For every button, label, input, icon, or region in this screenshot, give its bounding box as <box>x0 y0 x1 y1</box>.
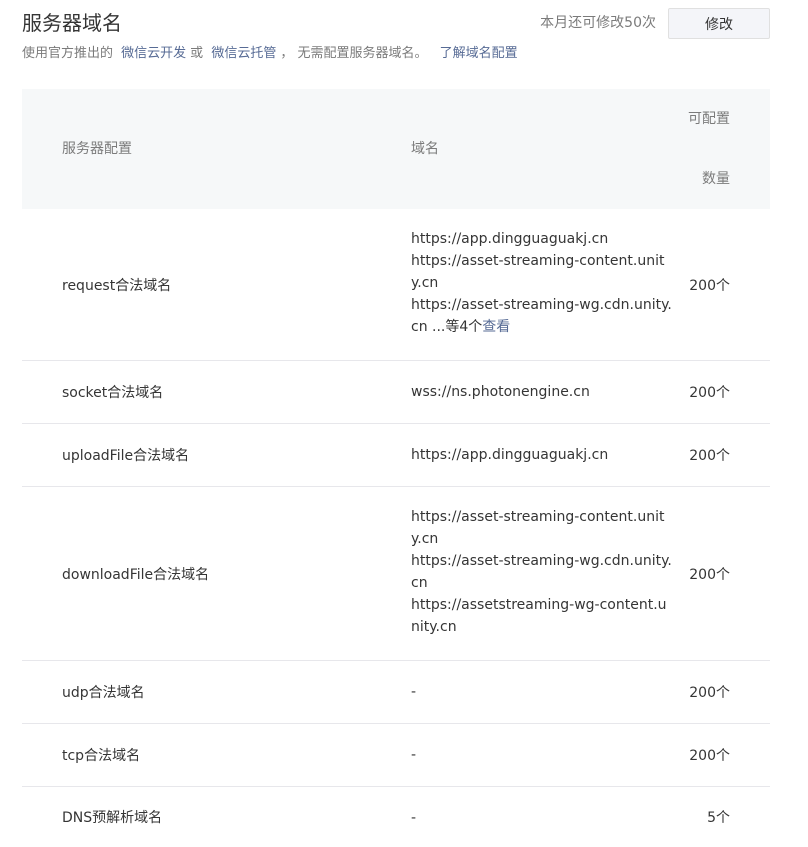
table-row: request合法域名 https://app.dingguaguakj.cn … <box>22 209 770 361</box>
domain-item: - <box>411 810 417 826</box>
domain-item: https://asset-streaming-wg.cdn.unity.cn … <box>411 297 672 335</box>
row-name: socket合法域名 <box>62 385 164 401</box>
row-count: 200个 <box>689 277 730 294</box>
domain-item: https://app.dingguaguakj.cn <box>411 447 609 463</box>
row-name: tcp合法域名 <box>62 748 141 764</box>
domain-item: https://asset-streaming-content.unity.cn <box>411 253 665 291</box>
table-header: 服务器配置 域名 可配置 数量 <box>22 89 770 209</box>
modify-quota-text: 本月还可修改50次 <box>540 15 656 31</box>
row-count: 200个 <box>689 566 730 583</box>
row-name: request合法域名 <box>62 277 172 294</box>
row-count: 200个 <box>689 685 730 701</box>
description-or: 或 <box>190 46 204 61</box>
edit-button[interactable]: 修改 <box>668 8 770 39</box>
row-count: 200个 <box>689 448 730 464</box>
row-domains: wss://ns.photonengine.cn <box>411 361 673 403</box>
description: 使用官方推出的 微信云开发或 微信云托管 ， 无需配置服务器域名。 了解域名配置 <box>22 44 518 64</box>
cloud-dev-link[interactable]: 微信云开发 <box>121 46 186 61</box>
view-more-link[interactable]: 查看 <box>482 319 510 335</box>
table-row: udp合法域名 - 200个 <box>22 661 770 724</box>
domain-item: - <box>411 684 417 700</box>
more-count-text: ...等4个 <box>427 319 483 335</box>
table-row: tcp合法域名 - 200个 <box>22 724 770 787</box>
row-count: 5个 <box>707 810 730 826</box>
row-domains: - <box>411 724 673 766</box>
table-row: socket合法域名 wss://ns.photonengine.cn 200个 <box>22 361 770 424</box>
row-domains: https://asset-streaming-content.unity.cn… <box>411 487 673 638</box>
row-domains: https://app.dingguaguakj.cn https://asse… <box>411 209 673 338</box>
header-config: 服务器配置 <box>62 141 132 157</box>
page-title: 服务器域名 <box>22 11 122 35</box>
header-domain: 域名 <box>411 141 439 157</box>
table-row: DNS预解析域名 - 5个 <box>22 787 770 847</box>
row-count: 200个 <box>689 748 730 764</box>
row-domains: - <box>411 661 673 703</box>
table-row: uploadFile合法域名 https://app.dingguaguakj.… <box>22 424 770 487</box>
description-suffix: ， 无需配置服务器域名。 <box>280 46 428 61</box>
row-count: 200个 <box>689 385 730 401</box>
cloud-hosting-link[interactable]: 微信云托管 <box>211 46 276 61</box>
domain-item: https://asset-streaming-wg.cdn.unity.cn <box>411 553 672 591</box>
row-name: DNS预解析域名 <box>62 810 163 826</box>
row-domains: - <box>411 787 673 829</box>
header-count-line2: 数量 <box>702 171 730 187</box>
row-domains: https://app.dingguaguakj.cn <box>411 424 673 466</box>
row-name: udp合法域名 <box>62 685 145 701</box>
learn-domain-config-link[interactable]: 了解域名配置 <box>440 46 518 61</box>
domain-item: https://app.dingguaguakj.cn <box>411 231 609 247</box>
header-count: 可配置 数量 <box>660 89 730 209</box>
domain-item: https://assetstreaming-wg-content.unity.… <box>411 597 667 635</box>
domain-item: - <box>411 747 417 763</box>
header-count-line1: 可配置 <box>688 111 730 127</box>
description-prefix: 使用官方推出的 <box>22 46 114 61</box>
row-name: downloadFile合法域名 <box>62 566 210 583</box>
table-row: downloadFile合法域名 https://asset-streaming… <box>22 487 770 661</box>
domain-item: https://asset-streaming-content.unity.cn <box>411 509 665 547</box>
row-name: uploadFile合法域名 <box>62 448 190 464</box>
server-domain-table: 服务器配置 域名 可配置 数量 request合法域名 https://app.… <box>22 89 770 847</box>
domain-item: wss://ns.photonengine.cn <box>411 384 590 400</box>
